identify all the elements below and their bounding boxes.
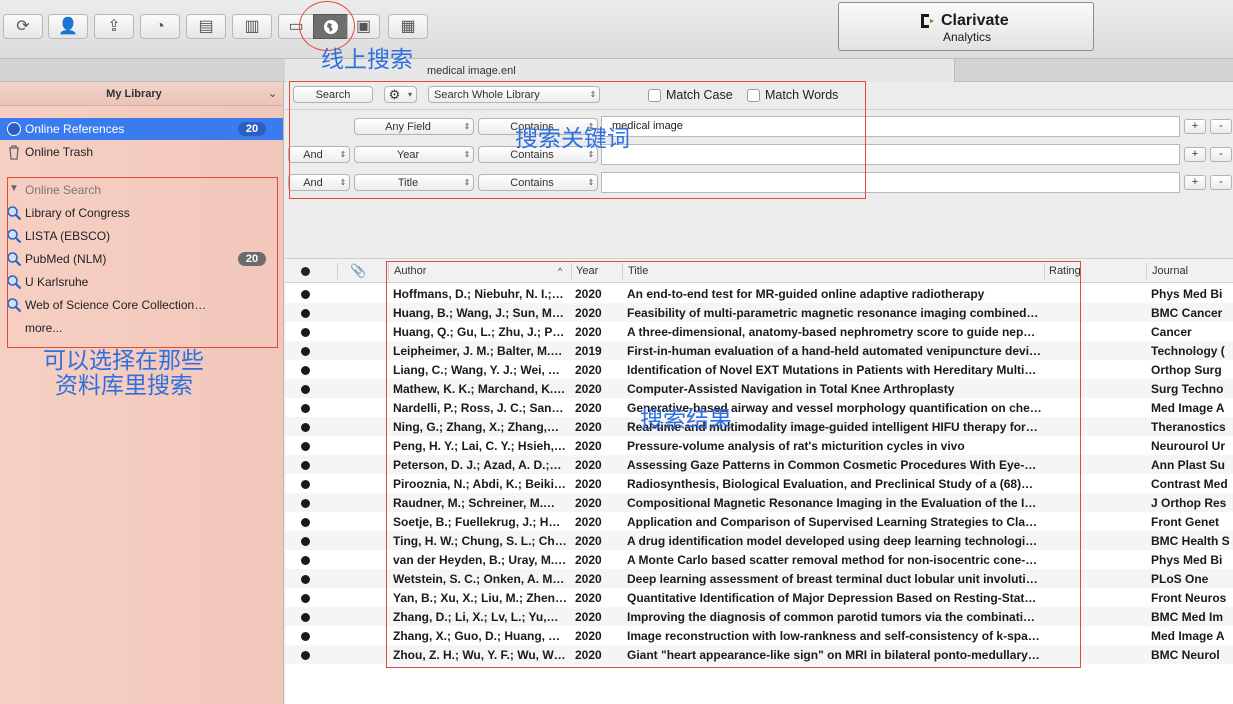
cell-journal: Neurourol Ur xyxy=(1151,439,1226,453)
count-badge: 20 xyxy=(238,122,266,136)
read-status-header-icon[interactable] xyxy=(301,267,310,276)
cell-journal: Cancer xyxy=(1151,325,1192,339)
cell-journal: Phys Med Bi xyxy=(1151,553,1223,567)
unread-dot-icon xyxy=(301,594,310,603)
unread-dot-icon xyxy=(301,575,310,584)
annotation-online-search: 线上搜索 xyxy=(321,47,413,73)
chevron-down-icon: ⌄ xyxy=(268,88,278,100)
globe-icon xyxy=(7,122,21,136)
cell-journal: Phys Med Bi xyxy=(1151,287,1223,301)
annotation-keywords: 搜索关键词 xyxy=(515,126,630,152)
sidebar-item-online-references[interactable]: Online References 20 xyxy=(0,118,283,140)
unread-dot-icon xyxy=(301,461,310,470)
cell-journal: Orthop Surg xyxy=(1151,363,1222,377)
export-icon[interactable]: ▤ xyxy=(186,14,226,39)
cell-journal: BMC Neurol xyxy=(1151,648,1220,662)
unread-dot-icon xyxy=(301,366,310,375)
remove-row-button[interactable]: - xyxy=(1210,119,1232,134)
unread-dot-icon xyxy=(301,613,310,622)
insert-citation-icon[interactable]: ▥ xyxy=(232,14,272,39)
share-icon[interactable]: ⇪ xyxy=(94,14,134,39)
library-file-name: medical image.enl xyxy=(427,65,516,77)
remove-row-button[interactable]: - xyxy=(1210,147,1232,162)
unread-dot-icon xyxy=(301,480,310,489)
unread-dot-icon xyxy=(301,385,310,394)
annotation-databases-line1: 可以选择在那些 xyxy=(43,348,204,374)
add-row-button[interactable]: + xyxy=(1184,119,1206,134)
unread-dot-icon xyxy=(301,423,310,432)
add-row-button[interactable]: + xyxy=(1184,147,1206,162)
add-user-icon[interactable]: 👤 xyxy=(48,14,88,39)
column-header-journal[interactable]: Journal xyxy=(1152,265,1188,277)
cell-journal: Med Image A xyxy=(1151,401,1225,415)
column-separator xyxy=(337,263,338,279)
cell-journal: J Orthop Res xyxy=(1151,496,1227,510)
paperclip-icon[interactable]: 📎 xyxy=(350,263,366,279)
annotation-results: 搜索结果 xyxy=(640,407,732,433)
unread-dot-icon xyxy=(301,651,310,660)
trash-icon xyxy=(9,145,19,160)
unread-dot-icon xyxy=(301,499,310,508)
sidebar-item-label: Online References xyxy=(25,122,125,136)
sidebar-item-online-trash[interactable]: Online Trash xyxy=(0,141,283,163)
cell-journal: Ann Plast Su xyxy=(1151,458,1226,472)
cell-journal: Front Neuros xyxy=(1151,591,1227,605)
cell-journal: Theranostics xyxy=(1151,420,1226,434)
logo-subtitle: Analytics xyxy=(943,30,992,44)
cell-journal: BMC Cancer xyxy=(1151,306,1223,320)
group-icon[interactable]: ▦ xyxy=(388,14,428,39)
remove-row-button[interactable]: - xyxy=(1210,175,1232,190)
annotation-circle-online xyxy=(299,1,355,51)
unread-dot-icon xyxy=(301,556,310,565)
logo-name: Clarivate xyxy=(941,12,1009,29)
unread-dot-icon xyxy=(301,404,310,413)
unread-dot-icon xyxy=(301,328,310,337)
cell-journal: Surg Techno xyxy=(1151,382,1224,396)
clarivate-logo: Clarivate Analytics xyxy=(838,2,1094,51)
unread-dot-icon xyxy=(301,518,310,527)
title-bar: medical image.enl xyxy=(0,58,1233,82)
annotation-databases-line2: 资料库里搜索 xyxy=(55,373,193,399)
unread-dot-icon xyxy=(301,347,310,356)
cell-journal: PLoS One xyxy=(1151,572,1209,586)
cell-journal: Contrast Med xyxy=(1151,477,1228,491)
annotation-box-databases xyxy=(7,177,278,348)
column-separator xyxy=(1146,263,1147,279)
unread-dot-icon xyxy=(301,632,310,641)
annotation-box-results xyxy=(386,261,1081,668)
toolbar: ⟳ 👤 ⇪ ◔ ▤ ▥ ▭ ▣ ▦ Clarivate Analytics xyxy=(0,0,1233,58)
sidebar-item-label: Online Trash xyxy=(25,145,94,159)
unread-dot-icon xyxy=(301,442,310,451)
unread-dot-icon xyxy=(301,290,310,299)
cell-journal: Front Genet xyxy=(1151,515,1219,529)
find-fulltext-icon[interactable]: ◔ xyxy=(140,14,180,39)
library-selector-label: My Library xyxy=(106,88,162,100)
cell-journal: Med Image A xyxy=(1151,629,1225,643)
clarivate-mark-icon xyxy=(921,14,934,28)
library-selector[interactable]: My Library ⌄ xyxy=(0,82,283,106)
sync-icon[interactable]: ⟳ xyxy=(3,14,43,39)
cell-journal: BMC Health S xyxy=(1151,534,1230,548)
unread-dot-icon xyxy=(301,537,310,546)
unread-dot-icon xyxy=(301,309,310,318)
add-row-button[interactable]: + xyxy=(1184,175,1206,190)
cell-journal: BMC Med Im xyxy=(1151,610,1223,624)
cell-journal: Technology ( xyxy=(1151,344,1225,358)
